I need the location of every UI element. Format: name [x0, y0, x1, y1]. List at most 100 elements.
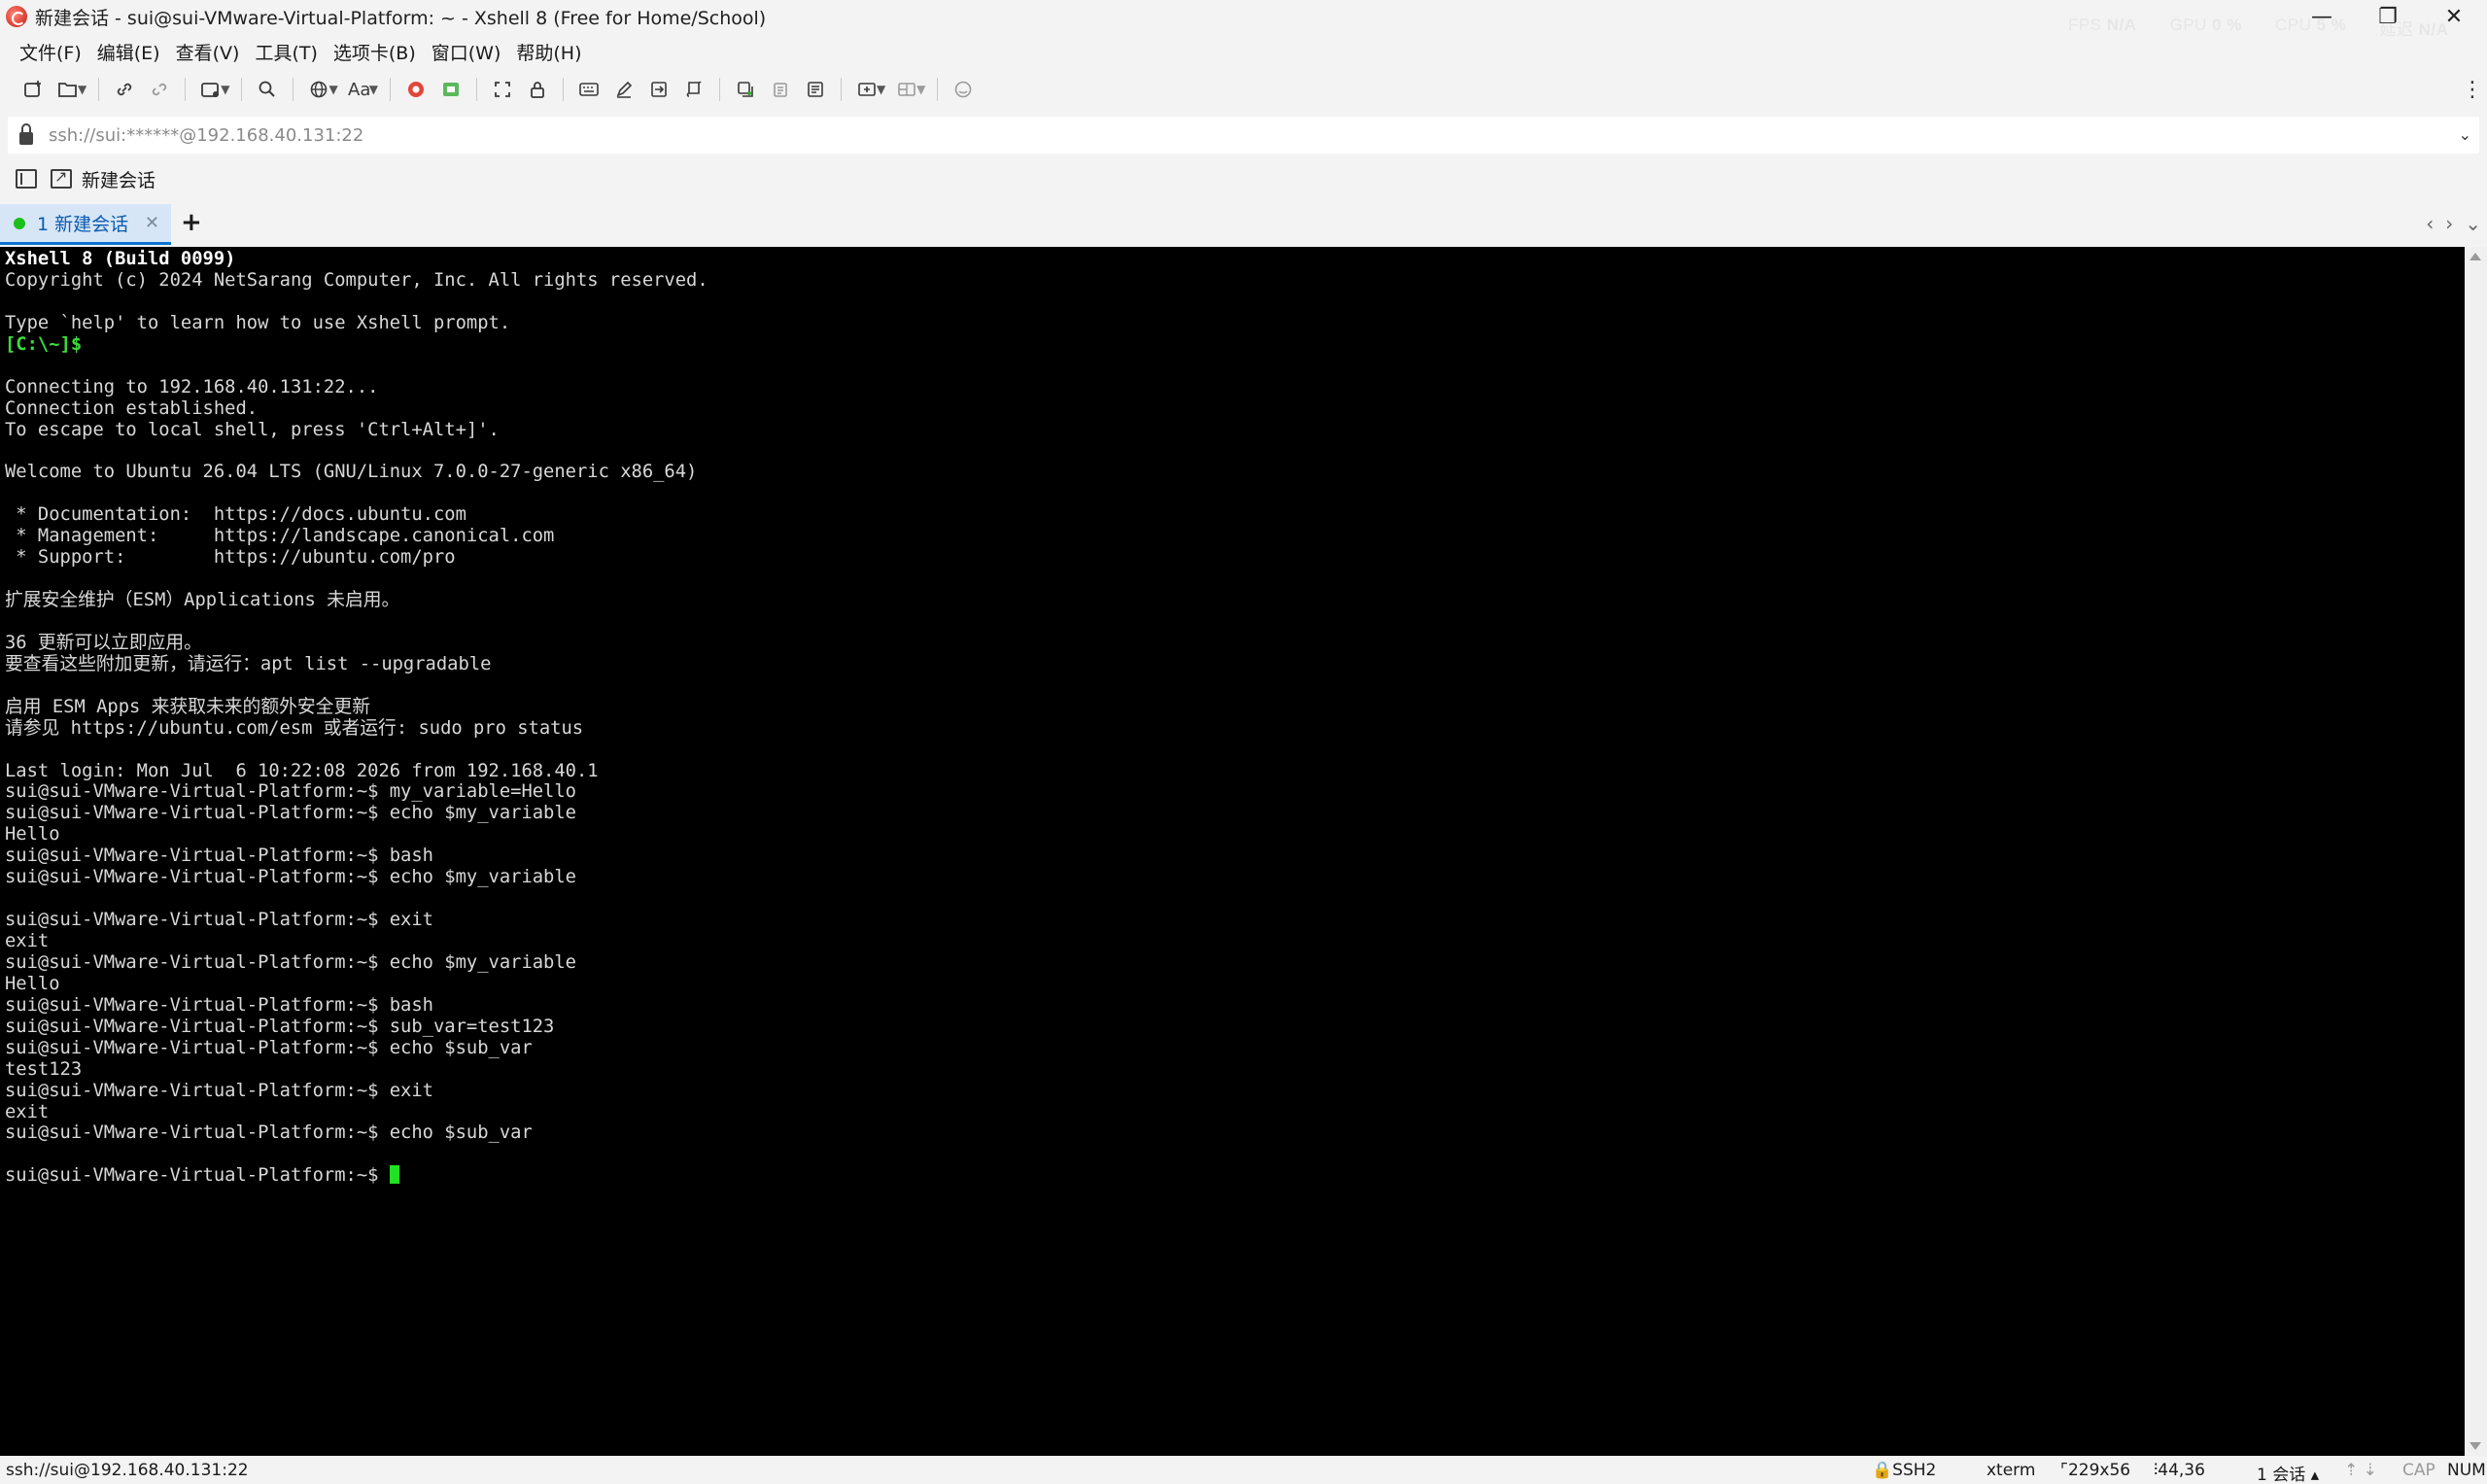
toolbar-divider — [840, 78, 842, 101]
fullscreen-icon[interactable] — [485, 73, 520, 106]
next-tab-icon[interactable]: › — [2445, 212, 2453, 235]
status-session-count[interactable]: 1 会话 ▴ — [2257, 1461, 2319, 1484]
search-icon[interactable] — [250, 73, 285, 106]
terminal-cursor — [389, 1165, 399, 1185]
split-layout-dropdown-icon[interactable]: ▼ — [916, 83, 925, 96]
terminal-line: Last login: Mon Jul 6 10:22:08 2026 from… — [5, 760, 599, 781]
tab-session-1[interactable]: 1 新建会话 ✕ — [0, 204, 171, 245]
new-window-dropdown-icon[interactable]: ▼ — [221, 83, 229, 96]
terminal-line: exit — [5, 931, 50, 951]
toolbar-divider — [475, 78, 477, 101]
terminal-line: 扩展安全维护（ESM）Applications 未启用。 — [5, 590, 400, 610]
terminal-line: 36 更新可以立即应用。 — [5, 632, 202, 653]
minimize-button[interactable]: — — [2289, 0, 2355, 33]
status-num-lock: NUM — [2447, 1461, 2486, 1480]
new-session-link[interactable]: 新建会话 — [82, 166, 155, 192]
terminal-line: * Support: https://ubuntu.com/pro — [5, 547, 456, 569]
tab-label: 1 新建会话 — [37, 214, 129, 235]
terminal-line: sui@sui-VMware-Virtual-Platform:~$ exit — [5, 1080, 433, 1101]
status-terminal-type: xterm — [1986, 1461, 2036, 1480]
chat-icon[interactable] — [946, 73, 981, 106]
menu-help[interactable]: 帮助(H) — [508, 39, 589, 65]
status-cursor-position: ⫶44,36 — [2154, 1461, 2205, 1480]
chevron-down-icon[interactable]: ⌄ — [2459, 125, 2471, 144]
terminal-line: sui@sui-VMware-Virtual-Platform:~$ echo … — [5, 951, 576, 973]
disconnect-link-icon[interactable] — [142, 73, 177, 106]
tab-list-icon[interactable]: ⌄ — [2465, 212, 2481, 235]
terminal-line: sui@sui-VMware-Virtual-Platform:~$ bash — [5, 846, 433, 867]
terminal-line: * Documentation: https://docs.ubuntu.com — [5, 504, 466, 526]
xftp-icon[interactable] — [398, 73, 433, 106]
menu-view[interactable]: 查看(V) — [168, 39, 248, 65]
previous-tab-icon[interactable]: ‹ — [2426, 212, 2434, 235]
window-title: 新建会话 - sui@sui-VMware-Virtual-Platform: … — [35, 7, 767, 29]
address-input[interactable] — [49, 124, 2381, 146]
toolbar-divider — [98, 78, 100, 101]
connection-status-icon — [14, 217, 25, 229]
toolbar-divider — [718, 78, 720, 101]
terminal-line: Welcome to Ubuntu 26.04 LTS (GNU/Linux 7… — [5, 462, 698, 483]
xmanager-icon[interactable] — [433, 73, 468, 106]
script-icon[interactable] — [676, 73, 711, 106]
toolbar-divider — [185, 78, 187, 101]
paste-icon[interactable] — [763, 73, 798, 106]
status-caps-lock: CAP — [2402, 1461, 2435, 1480]
session-manager-icon[interactable] — [16, 169, 37, 189]
terminal-line: sui@sui-VMware-Virtual-Platform:~$ my_va… — [5, 781, 576, 803]
terminal-screen[interactable]: Xshell 8 (Build 0099) Copyright (c) 2024 … — [0, 247, 2465, 1456]
menu-file[interactable]: 文件(F) — [12, 39, 89, 65]
reconnect-link-icon[interactable] — [107, 73, 142, 106]
terminal-line: sui@sui-VMware-Virtual-Platform:~$ echo … — [5, 803, 576, 824]
toolbar-divider — [241, 78, 243, 101]
fps-indicator: FPS N/A — [2068, 16, 2137, 34]
copy-icon[interactable] — [728, 73, 763, 106]
add-tab-icon[interactable]: + — [181, 208, 202, 237]
terminal-line: [C:\~]$ — [5, 333, 83, 355]
open-dropdown-icon[interactable]: ▼ — [78, 83, 86, 96]
tab-bar: 1 新建会话 ✕ + ‹ › ⌄ — [0, 204, 2487, 245]
title-bar: 新建会话 - sui@sui-VMware-Virtual-Platform: … — [0, 0, 2487, 39]
keyboard-icon[interactable] — [571, 73, 606, 106]
new-session-link-icon[interactable] — [51, 167, 72, 189]
terminal-line: sui@sui-VMware-Virtual-Platform:~$ echo … — [5, 867, 576, 888]
compose-pen-icon[interactable] — [606, 73, 641, 106]
close-tab-icon[interactable]: ✕ — [145, 213, 159, 233]
menu-edit[interactable]: 编辑(E) — [89, 39, 168, 65]
transfer-icon[interactable] — [641, 73, 676, 106]
globe-dropdown-icon[interactable]: ▼ — [328, 83, 337, 96]
log-icon[interactable] — [798, 73, 833, 106]
xshell-logo-icon — [6, 6, 27, 27]
toolbar-divider — [937, 78, 939, 101]
terminal-line: Xshell 8 (Build 0099) — [5, 249, 236, 269]
font-dropdown-icon[interactable]: ▼ — [369, 83, 378, 96]
terminal-prompt-line: sui@sui-VMware-Virtual-Platform:~$ — [5, 1165, 2465, 1187]
more-options-icon[interactable]: ⋮ — [2462, 78, 2483, 102]
new-session-icon[interactable] — [16, 73, 51, 106]
lock-icon[interactable] — [520, 73, 555, 106]
terminal-line: Type `help' to learn how to use Xshell p… — [5, 312, 511, 333]
scroll-down-arrow-icon[interactable] — [2470, 1442, 2481, 1450]
tab-navigation: ‹ › ⌄ — [2426, 212, 2481, 235]
add-layout-dropdown-icon[interactable]: ▼ — [877, 83, 885, 96]
terminal-line: Hello — [5, 973, 60, 994]
restore-button[interactable]: ❐ — [2355, 0, 2421, 33]
menu-bar: 文件(F) 编辑(E) 查看(V) 工具(T) 选项卡(B) 窗口(W) 帮助(… — [0, 37, 590, 66]
toolbar-divider — [389, 78, 391, 101]
terminal-scrollbar[interactable] — [2465, 247, 2487, 1456]
status-bar: ssh://sui@192.168.40.131:22 🔒SSH2 xterm … — [0, 1456, 2487, 1484]
close-button[interactable]: ✕ — [2421, 0, 2487, 33]
status-connection: ssh://sui@192.168.40.131:22 — [6, 1461, 249, 1480]
menu-tabs[interactable]: 选项卡(B) — [326, 39, 424, 65]
scroll-up-arrow-icon[interactable] — [2470, 253, 2481, 260]
menu-tools[interactable]: 工具(T) — [247, 39, 325, 65]
menu-window[interactable]: 窗口(W) — [424, 39, 509, 65]
terminal-line: sui@sui-VMware-Virtual-Platform:~$ echo … — [5, 1037, 533, 1058]
status-terminal-size: ⌜229x56 — [2060, 1461, 2131, 1480]
terminal-line: exit — [5, 1101, 50, 1122]
